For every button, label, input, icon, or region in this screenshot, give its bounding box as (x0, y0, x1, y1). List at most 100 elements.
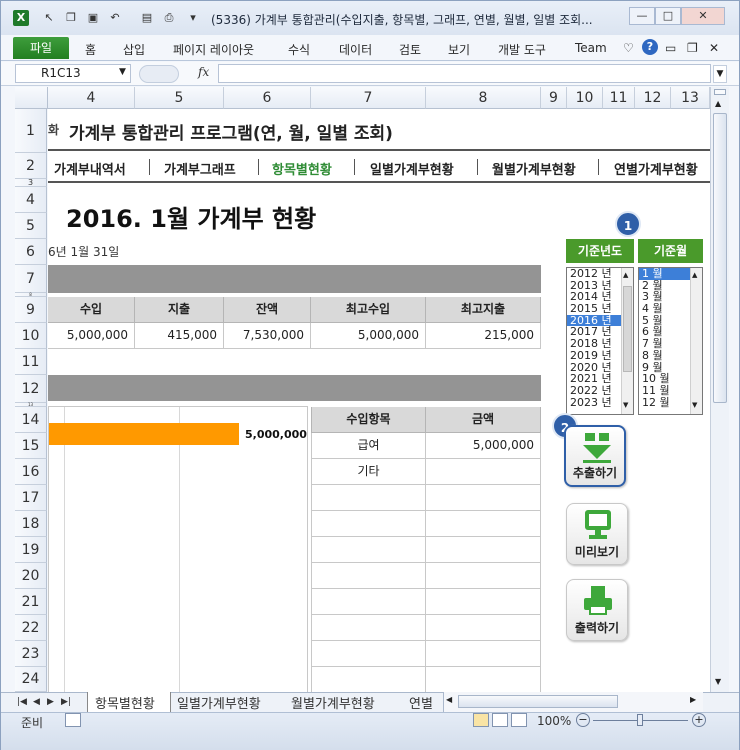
help-icon[interactable]: ? (642, 39, 658, 55)
last-sheet-icon[interactable]: ▶| (61, 697, 71, 707)
tab-team[interactable]: Team (575, 41, 607, 55)
column-header[interactable]: 7 (311, 87, 426, 109)
column-header[interactable]: 9 (541, 87, 567, 109)
row-header[interactable]: 9 (15, 297, 47, 323)
tab-data[interactable]: 데이터 (339, 41, 372, 58)
row-header[interactable]: 3 (15, 179, 47, 187)
scroll-down-icon[interactable]: ▼ (715, 677, 721, 686)
row-header[interactable]: 6 (15, 239, 47, 265)
ribbon-minimize-icon[interactable]: ▭ (665, 41, 676, 55)
scroll-up-icon[interactable]: ▲ (623, 270, 628, 282)
year-listbox-scrollbar[interactable]: ▲ ▼ (621, 268, 633, 414)
print-button[interactable]: 출력하기 (566, 579, 628, 641)
row-header[interactable]: 22 (15, 615, 47, 641)
column-header[interactable]: 12 (635, 87, 671, 109)
split-box[interactable] (714, 89, 726, 95)
formula-expand-icon[interactable]: ▼ (713, 65, 727, 83)
cursor-tool-icon[interactable]: ↖ (41, 10, 57, 26)
row-header[interactable]: 17 (15, 485, 47, 511)
print-preview-icon[interactable]: ⎙ (161, 10, 177, 26)
customize-toolbar-icon[interactable]: ▾ (185, 10, 201, 26)
name-box[interactable]: R1C13 (15, 64, 131, 83)
excel-app-icon[interactable]: X (13, 10, 29, 26)
row-header[interactable]: 16 (15, 459, 47, 485)
horizontal-scrollbar[interactable]: ◀ ▶ (443, 692, 703, 712)
scroll-up-icon[interactable]: ▲ (715, 99, 721, 108)
row-header[interactable]: 19 (15, 537, 47, 563)
picture-icon[interactable]: ▣ (85, 10, 101, 26)
scroll-down-icon[interactable]: ▼ (692, 400, 697, 412)
close-button[interactable]: ✕ (681, 7, 725, 25)
row-header[interactable]: 2 (15, 153, 47, 179)
row-header[interactable]: 11 (15, 349, 47, 375)
column-header[interactable]: 4 (48, 87, 135, 109)
year-listbox[interactable]: 2012 년 2013 년 2014 년 2015 년 2016 년 2017 … (566, 267, 634, 415)
row-header[interactable]: 14 (15, 407, 47, 433)
row-header[interactable]: 23 (15, 641, 47, 667)
zoom-in-icon[interactable]: + (692, 713, 706, 727)
row-header[interactable]: 15 (15, 433, 47, 459)
nav-item-status[interactable]: 항목별현황 (272, 159, 332, 178)
sheet-tab-active[interactable]: 항목별현황 (95, 693, 155, 712)
row-header[interactable]: 21 (15, 589, 47, 615)
select-all-corner[interactable] (15, 87, 48, 109)
row-header[interactable]: 10 (15, 323, 47, 349)
fx-icon[interactable]: fx (198, 65, 209, 79)
macro-record-icon[interactable] (65, 713, 81, 727)
page-break-view-icon[interactable] (511, 713, 527, 727)
page-layout-view-icon[interactable] (492, 713, 508, 727)
extract-button[interactable]: 추출하기 (564, 425, 626, 487)
row-header[interactable]: 12 (15, 375, 47, 403)
month-listbox-scrollbar[interactable]: ▲ ▼ (690, 268, 702, 414)
scroll-right-icon[interactable]: ▶ (690, 695, 696, 704)
column-header[interactable]: 10 (567, 87, 603, 109)
minimize-button[interactable]: — (629, 7, 655, 25)
zoom-level[interactable]: 100% (537, 714, 571, 728)
scroll-down-icon[interactable]: ▼ (623, 400, 628, 412)
tab-page-layout[interactable]: 페이지 레이아웃 (173, 41, 254, 58)
preview-button[interactable]: 미리보기 (566, 503, 628, 565)
form-icon[interactable]: ▤ (139, 10, 155, 26)
nav-daily[interactable]: 일별가계부현황 (370, 159, 454, 178)
prev-sheet-icon[interactable]: ◀ (33, 697, 40, 707)
worksheet[interactable]: 화 가계부 통합관리 프로그램(연, 월, 일별 조회) 가계부내역서 가계부그… (48, 109, 710, 692)
vertical-scrollbar[interactable]: ▲ ▼ (710, 87, 729, 692)
name-box-dropdown-icon[interactable]: ▼ (119, 67, 126, 77)
undo-icon[interactable]: ↶ (107, 10, 123, 26)
row-header[interactable]: 5 (15, 213, 47, 239)
scroll-left-icon[interactable]: ◀ (446, 695, 452, 704)
tab-developer[interactable]: 개발 도구 (498, 41, 546, 58)
column-header[interactable]: 6 (224, 87, 311, 109)
nav-graph[interactable]: 가계부그래프 (164, 159, 236, 178)
scroll-up-icon[interactable]: ▲ (692, 270, 697, 282)
formula-expand-handle[interactable] (139, 65, 179, 83)
ribbon-restore-icon[interactable]: ❐ (687, 41, 698, 55)
tab-formulas[interactable]: 수식 (288, 41, 310, 58)
tab-file[interactable]: 파일 (13, 37, 69, 59)
horizontal-scroll-thumb[interactable] (458, 695, 618, 708)
ribbon-collapse-icon[interactable]: ♡ (623, 41, 634, 55)
row-header[interactable]: 1 (15, 109, 47, 153)
tab-view[interactable]: 보기 (448, 41, 470, 58)
tab-review[interactable]: 검토 (399, 41, 421, 58)
copy-icon[interactable]: ❐ (63, 10, 79, 26)
nav-yearly[interactable]: 연별가계부현황 (614, 159, 698, 178)
tab-insert[interactable]: 삽입 (123, 41, 145, 58)
row-header[interactable]: 24 (15, 667, 47, 692)
month-listbox[interactable]: 1 월 2 월 3 월 4 월 5 월 6 월 7 월 8 월 9 월 10 월… (638, 267, 703, 415)
tab-home[interactable]: 홈 (85, 41, 96, 58)
first-sheet-icon[interactable]: |◀ (17, 697, 27, 707)
row-header[interactable]: 7 (15, 265, 47, 293)
sheet-tab[interactable]: 연별 (409, 693, 433, 712)
vertical-scroll-thumb[interactable] (713, 113, 727, 403)
nav-monthly[interactable]: 월별가계부현황 (492, 159, 576, 178)
zoom-out-icon[interactable]: − (576, 713, 590, 727)
column-header[interactable]: 8 (426, 87, 541, 109)
income-chart[interactable]: 5,000,000 (48, 406, 308, 692)
nav-ledger[interactable]: 가계부내역서 (54, 159, 126, 178)
ribbon-close-icon[interactable]: ✕ (709, 41, 719, 55)
maximize-button[interactable]: □ (655, 7, 681, 25)
column-header[interactable]: 11 (603, 87, 635, 109)
row-header[interactable]: 18 (15, 511, 47, 537)
sheet-tab[interactable]: 월별가계부현황 (291, 693, 375, 712)
